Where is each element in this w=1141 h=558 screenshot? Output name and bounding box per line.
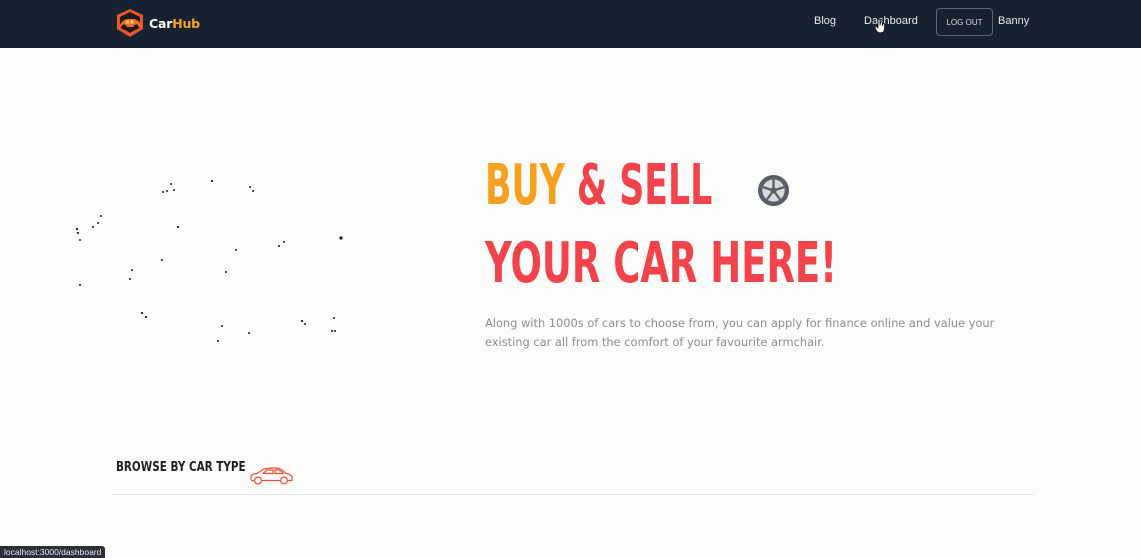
brand[interactable]: CarHub — [114, 8, 200, 38]
hero-description: Along with 1000s of cars to choose from,… — [485, 316, 995, 349]
hero-title-line1: BUY & SELL — [485, 151, 712, 221]
nav-link-blog[interactable]: Blog — [814, 15, 836, 27]
section-divider — [112, 494, 1034, 495]
hand-cursor-icon — [874, 18, 886, 34]
browse-by-type-heading: BROWSE BY CAR TYPE — [116, 460, 246, 475]
brand-name-hub: Hub — [172, 15, 200, 31]
user-name[interactable]: Banny — [998, 15, 1029, 27]
particle-animation — [75, 179, 343, 342]
hero-title-buy: BUY — [485, 153, 565, 218]
nav-link-dashboard[interactable]: Dashboard — [864, 15, 918, 27]
carhub-logo-icon — [117, 9, 143, 37]
brand-name: CarHub — [149, 16, 200, 31]
hero-title-sell: & SELL — [576, 153, 713, 218]
car-outline-icon — [250, 467, 293, 485]
logout-button[interactable]: LOG OUT — [936, 8, 993, 36]
top-navbar: CarHub Blog Dashboard LOG OUT Banny — [0, 0, 1141, 48]
brand-name-car: Car — [149, 15, 173, 31]
hero-title-line2: YOUR CAR HERE! — [485, 231, 838, 296]
browser-status-url: localhost:3000/dashboard — [0, 546, 106, 558]
wheel-icon — [757, 174, 790, 207]
